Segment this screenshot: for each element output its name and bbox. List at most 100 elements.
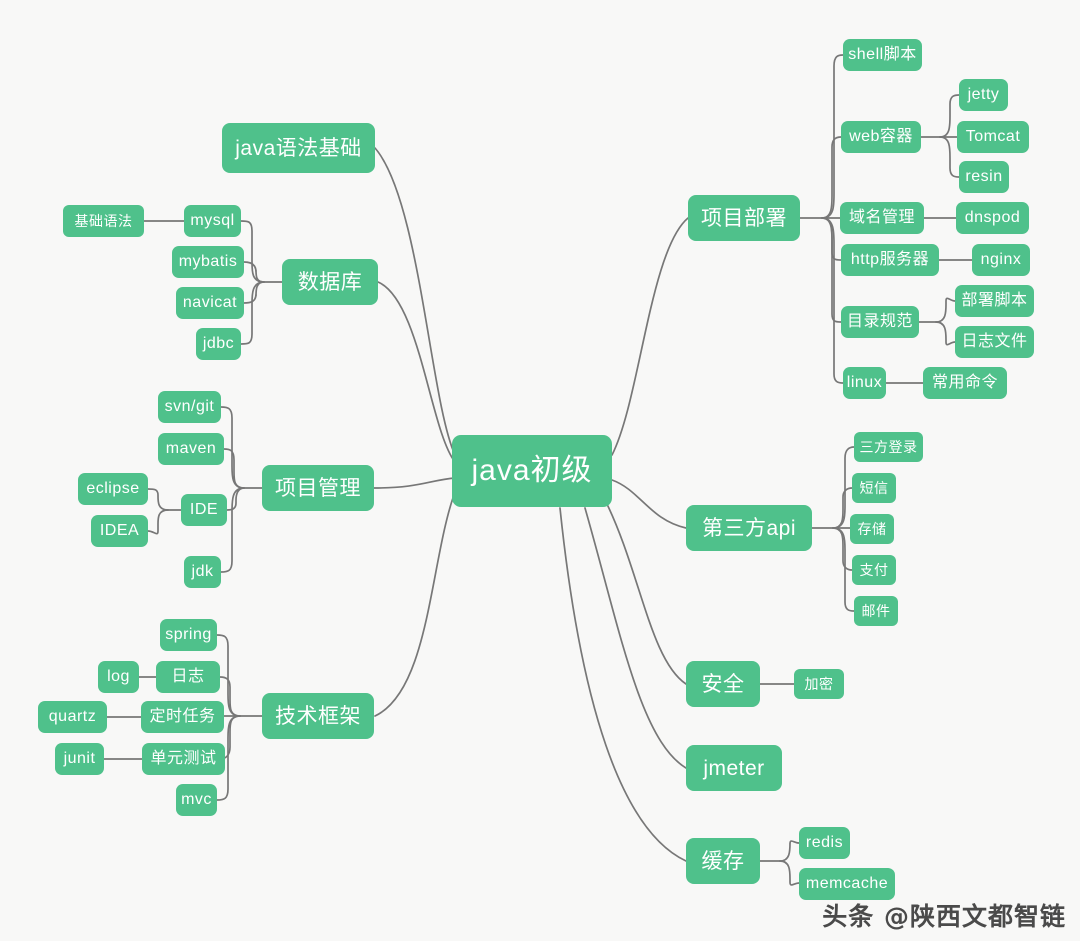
node-label: web容器 [849,128,913,145]
node-jdk[interactable]: jdk [184,556,221,588]
edge-root-project-deploy [611,217,689,456]
node-navicat[interactable]: navicat [176,287,244,319]
node-common-commands[interactable]: 常用命令 [923,367,1007,399]
node-database[interactable]: 数据库 [282,259,378,305]
node-linux[interactable]: linux [843,367,886,399]
node-label: IDE [189,501,219,518]
node-label: 单元测试 [150,750,217,767]
node-label: maven [165,440,217,457]
node-project-deployment[interactable]: 项目部署 [688,195,800,241]
node-unit-test[interactable]: 单元测试 [142,743,225,775]
node-sms[interactable]: 短信 [852,473,896,503]
node-label: 安全 [701,672,745,696]
node-label: jetty [967,86,1000,103]
node-label: linux [846,374,883,391]
node-payment[interactable]: 支付 [852,555,896,585]
edge-database-navicat [243,281,265,304]
edge-root-third-party-api [611,479,687,529]
node-eclipse[interactable]: eclipse [78,473,148,505]
node-junit[interactable]: junit [55,743,104,775]
node-http-server[interactable]: http服务器 [841,244,939,276]
node-svn-git[interactable]: svn/git [158,391,221,423]
node-label: 数据库 [297,270,363,294]
node-storage[interactable]: 存储 [850,514,894,544]
node-label: svn/git [164,398,215,415]
node-label: 技术框架 [275,704,361,728]
node-java-syntax-basics[interactable]: java语法基础 [222,123,375,173]
node-jdbc[interactable]: jdbc [196,328,241,360]
node-scheduled-task[interactable]: 定时任务 [141,701,224,733]
node-label: nginx [980,251,1022,268]
node-label: 基础语法 [74,213,133,229]
edge-cache-memcache [779,860,800,886]
node-label: IDEA [99,522,140,539]
node-memcache[interactable]: memcache [799,868,895,900]
node-resin[interactable]: resin [959,161,1009,193]
node-redis[interactable]: redis [799,827,850,859]
node-label: mysql [190,212,235,229]
node-email[interactable]: 邮件 [854,596,898,626]
node-idea[interactable]: IDEA [91,515,148,547]
node-label: mvc [181,791,212,808]
node-mysql[interactable]: mysql [184,205,241,237]
node-label: 常用命令 [931,374,998,391]
node-label: redis [805,834,844,851]
node-label: 定时任务 [149,708,216,725]
node-project-management[interactable]: 项目管理 [262,465,374,511]
node-third-party-login[interactable]: 三方登录 [854,432,923,462]
node-directory-spec[interactable]: 目录规范 [841,306,919,338]
node-label: http服务器 [850,251,930,268]
node-domain-management[interactable]: 域名管理 [840,202,924,234]
node-label: junit [63,750,96,767]
edge-deploy-webcontainer [821,136,842,219]
node-spring[interactable]: spring [160,619,217,651]
node-security[interactable]: 安全 [686,661,760,707]
node-encryption[interactable]: 加密 [794,669,844,699]
node-label: shell脚本 [848,46,917,63]
node-label: 短信 [859,480,889,496]
node-dnspod[interactable]: dnspod [956,202,1029,234]
node-label: resin [965,168,1003,185]
edge-deploy-shell [821,54,844,219]
node-label: 项目管理 [275,476,361,500]
node-jmeter[interactable]: jmeter [686,745,782,791]
edge-root-tech-framework [374,491,456,717]
edge-root-database [377,281,456,463]
node-nginx[interactable]: nginx [972,244,1030,276]
node-log-en[interactable]: log [98,661,139,693]
node-mvc[interactable]: mvc [176,784,217,816]
node-label: eclipse [86,480,140,497]
node-label: jdbc [202,335,235,352]
node-label: 加密 [804,676,834,692]
node-mybatis[interactable]: mybatis [172,246,244,278]
node-log-file[interactable]: 日志文件 [955,326,1034,358]
node-label: navicat [182,294,238,311]
node-label: 第三方api [701,516,797,540]
node-deploy-script[interactable]: 部署脚本 [955,285,1034,317]
node-ide[interactable]: IDE [181,494,227,526]
node-label: java初级 [471,454,593,487]
edge-cache-redis [779,840,800,862]
edge-database-mysql [240,220,265,283]
node-label: 支付 [859,562,889,578]
node-web-container[interactable]: web容器 [841,121,921,153]
node-label: spring [165,626,212,643]
node-label: 部署脚本 [961,292,1028,309]
node-basic-syntax[interactable]: 基础语法 [63,205,144,237]
edge-pm-maven [223,448,245,489]
node-log-cn[interactable]: 日志 [156,661,220,693]
node-shell-script[interactable]: shell脚本 [843,39,922,71]
node-label: 日志文件 [961,333,1028,350]
node-tomcat[interactable]: Tomcat [957,121,1029,153]
node-quartz[interactable]: quartz [38,701,107,733]
node-label: dnspod [964,209,1021,226]
node-maven[interactable]: maven [158,433,224,465]
node-tech-framework[interactable]: 技术框架 [262,693,374,739]
node-label: 存储 [857,521,887,537]
node-third-party-api[interactable]: 第三方api [686,505,812,551]
node-cache[interactable]: 缓存 [686,838,760,884]
node-jetty[interactable]: jetty [959,79,1008,111]
edge-root-project-mgmt [373,477,456,489]
edge-dirspec-deployscript [935,297,956,323]
node-root-java-junior[interactable]: java初级 [452,435,612,507]
